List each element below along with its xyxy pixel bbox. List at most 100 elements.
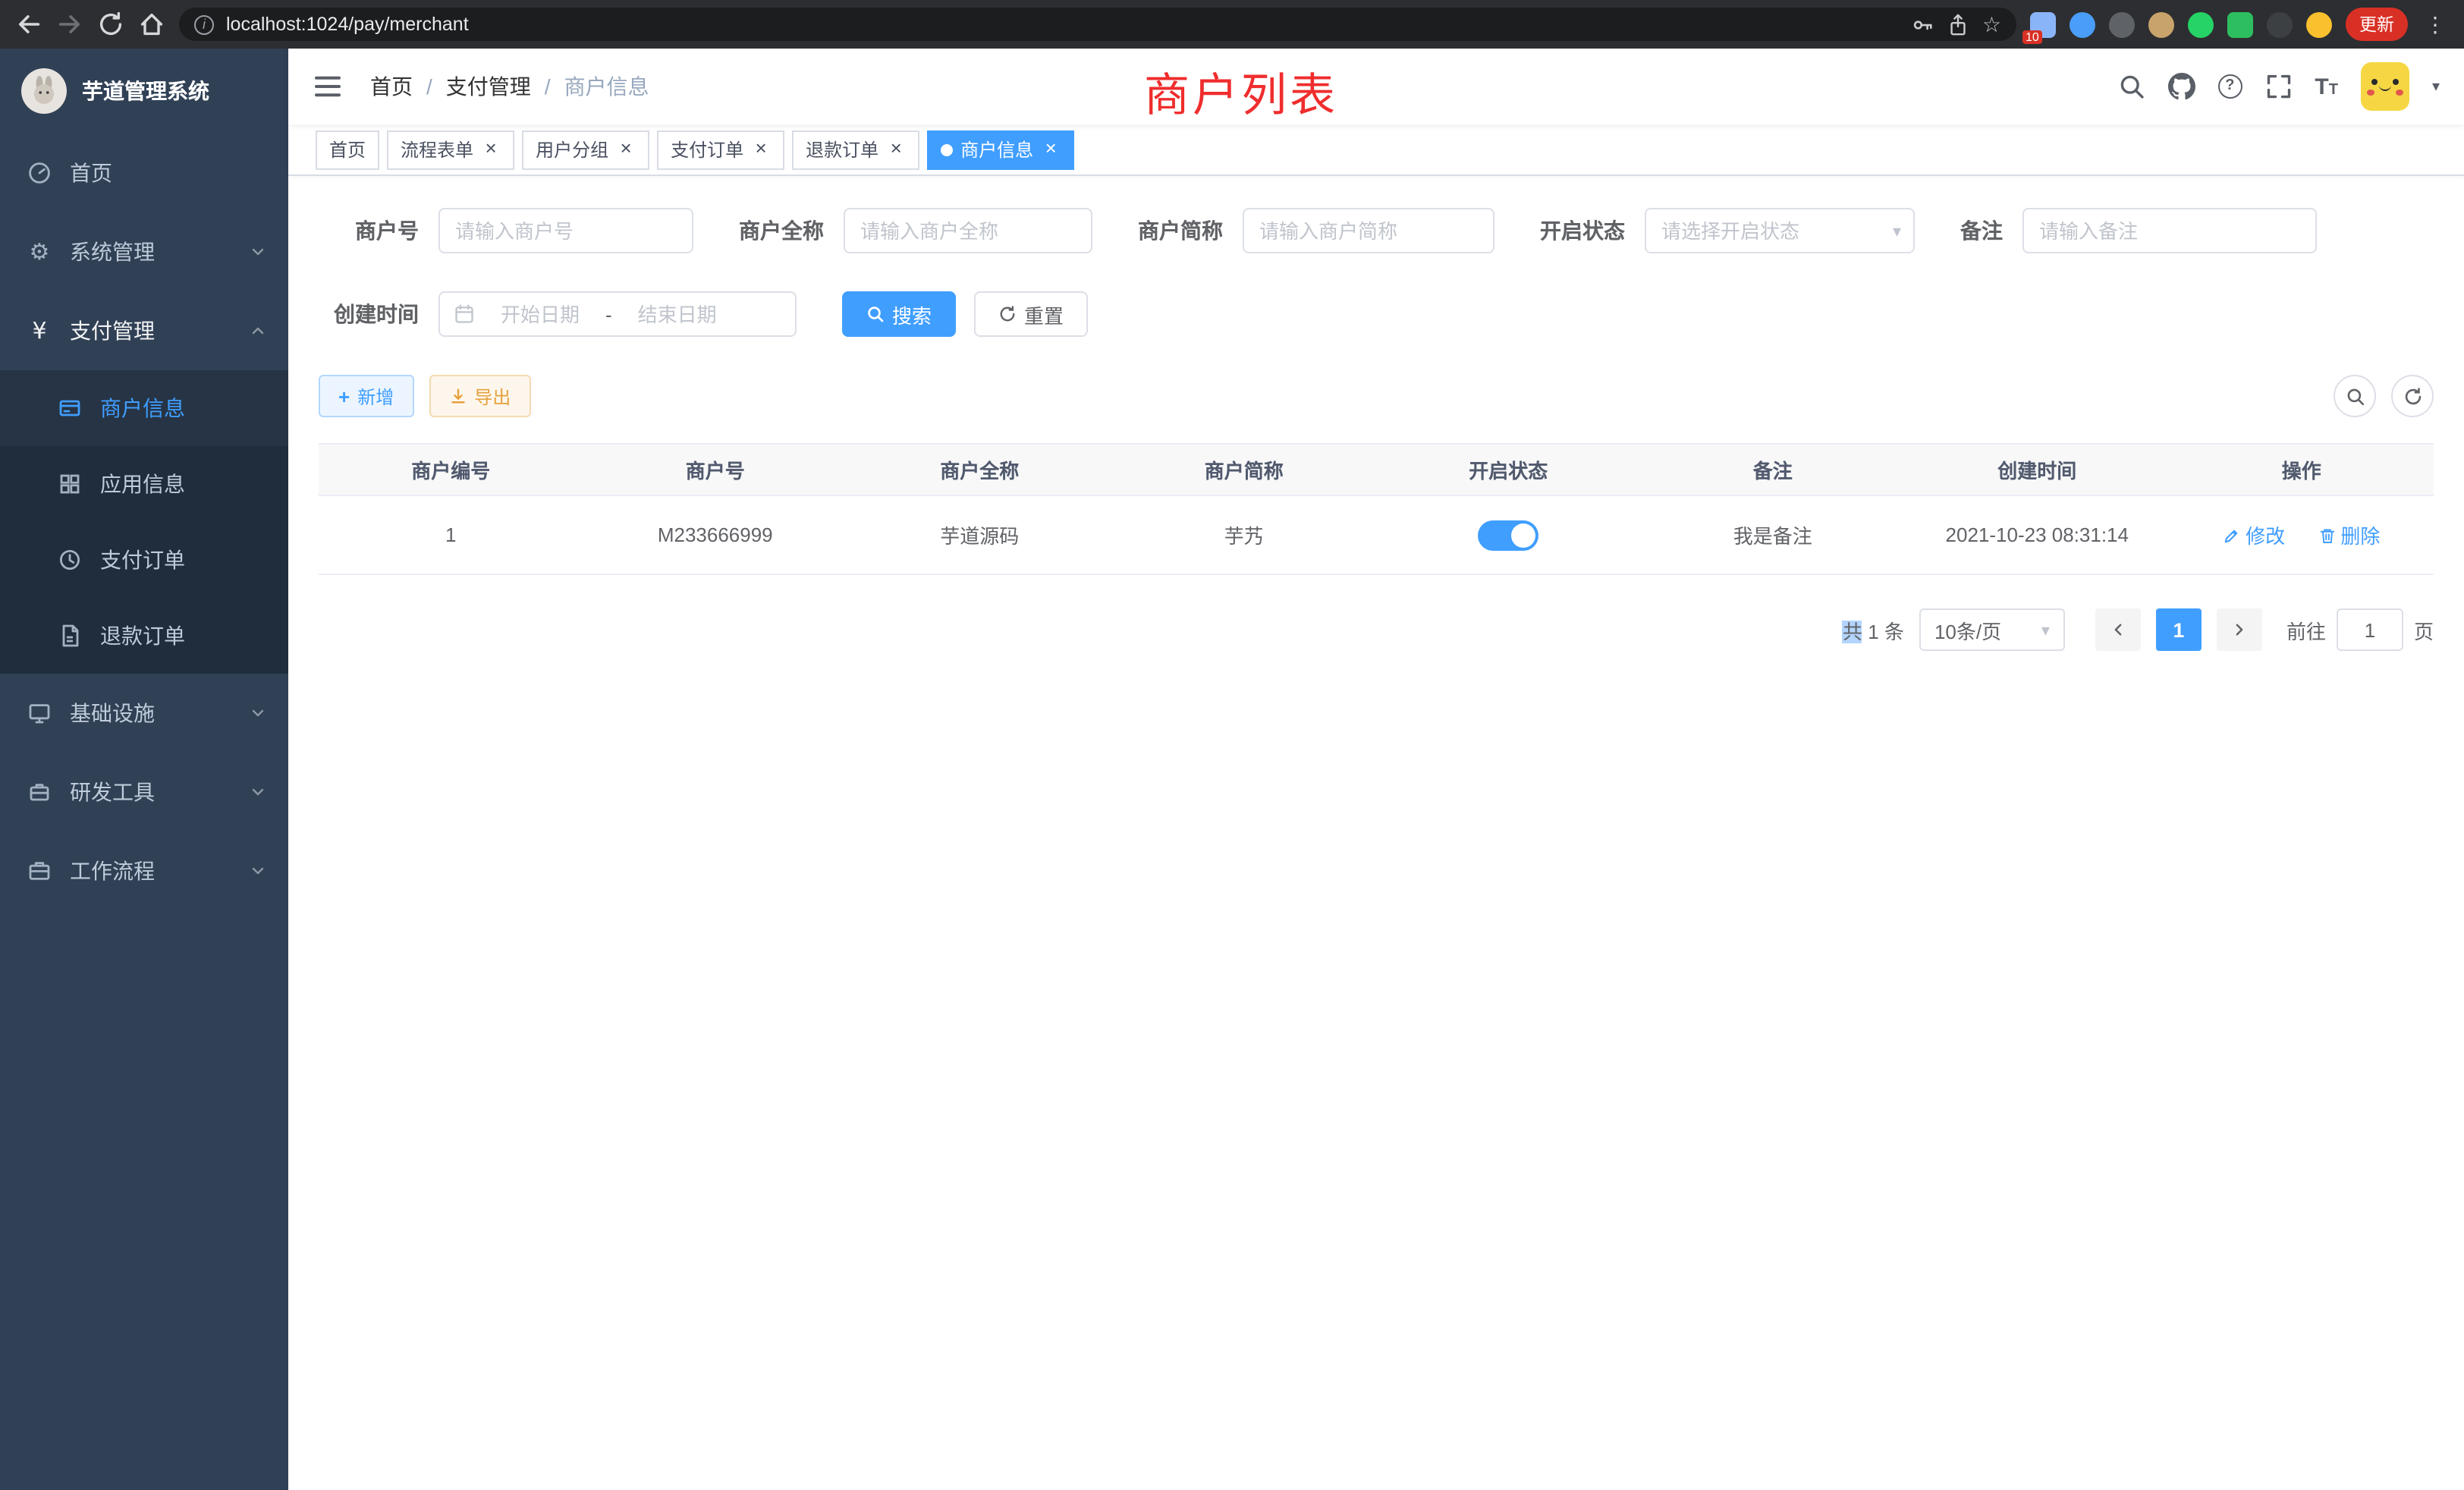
user-menu-caret-icon[interactable]: ▾ <box>2432 78 2440 95</box>
column-header-actions: 操作 <box>2170 444 2434 495</box>
column-header-status: 开启状态 <box>1376 444 1641 495</box>
sidebar-collapse-icon[interactable] <box>313 71 343 102</box>
chevron-down-icon <box>249 862 267 880</box>
toggle-search-button[interactable] <box>2334 375 2376 417</box>
sidebar-item-payment[interactable]: ¥ 支付管理 <box>0 291 288 370</box>
tab-process-form[interactable]: 流程表单 × <box>387 130 514 169</box>
table-tools <box>2334 375 2434 417</box>
field-label: 创建时间 <box>319 299 419 329</box>
prev-page-button[interactable] <box>2095 608 2141 651</box>
forward-icon[interactable] <box>56 11 83 38</box>
merchant-no-input[interactable] <box>438 208 693 253</box>
extension-blue-icon[interactable]: 10 <box>2030 11 2056 37</box>
field-label: 备注 <box>1960 215 2003 246</box>
fullscreen-icon[interactable] <box>2264 73 2292 100</box>
status-select[interactable] <box>1645 208 1915 253</box>
extension-drop-icon[interactable] <box>2070 11 2095 37</box>
page-number-button[interactable]: 1 <box>2156 608 2202 651</box>
reload-icon[interactable] <box>97 11 124 38</box>
short-name-input[interactable] <box>1243 208 1494 253</box>
cell-id: 1 <box>319 495 583 574</box>
sidebar-item-label: 基础设施 <box>70 698 155 728</box>
close-icon[interactable]: × <box>886 140 906 159</box>
extension-avatar-icon[interactable] <box>2148 11 2174 37</box>
goto-page-input[interactable] <box>2337 608 2403 651</box>
date-separator: - <box>605 303 612 325</box>
tab-home[interactable]: 首页 <box>316 130 379 169</box>
font-size-icon[interactable]: TT <box>2315 75 2338 98</box>
extension-emoji-icon[interactable] <box>2306 11 2332 37</box>
back-icon[interactable] <box>15 11 42 38</box>
breadcrumb-home[interactable]: 首页 <box>370 71 413 102</box>
close-icon[interactable]: × <box>616 140 636 159</box>
select-caret-icon: ▾ <box>2041 620 2050 640</box>
sidebar-item-dev-tools[interactable]: 研发工具 <box>0 753 288 831</box>
bookmark-star-icon[interactable]: ☆ <box>1982 14 2001 35</box>
goto-label: 前往 <box>2286 615 2326 644</box>
date-range-picker[interactable]: - <box>438 291 797 337</box>
browser-toolbar: i localhost:1024/pay/merchant ☆ 10 更新 ⋮ <box>0 0 2464 49</box>
home-icon[interactable] <box>138 11 165 38</box>
edit-button[interactable]: 修改 <box>2223 520 2285 549</box>
toolbox-icon <box>27 780 52 804</box>
page-size-select[interactable]: 10条/页 ▾ <box>1919 608 2065 651</box>
start-date-input[interactable] <box>486 303 595 325</box>
field-label: 商户全称 <box>739 215 824 246</box>
cell-actions: 修改 删除 <box>2170 495 2434 574</box>
sidebar-item-infrastructure[interactable]: 基础设施 <box>0 674 288 753</box>
sidebar-item-home[interactable]: 首页 <box>0 134 288 212</box>
add-button[interactable]: + 新增 <box>319 375 413 417</box>
close-icon[interactable]: × <box>1041 140 1061 159</box>
browser-menu-icon[interactable]: ⋮ <box>2422 14 2449 35</box>
chrome-update-button[interactable]: 更新 <box>2346 8 2408 41</box>
next-page-button[interactable] <box>2217 608 2262 651</box>
sidebar-item-label: 支付管理 <box>70 316 155 346</box>
extension-pinwheel-icon[interactable] <box>2267 11 2293 37</box>
pencil-icon <box>2223 526 2241 544</box>
close-icon[interactable]: × <box>481 140 501 159</box>
sidebar-item-system[interactable]: ⚙ 系统管理 <box>0 212 288 291</box>
page-content: 商户号 商户全称 商户简称 开启状态 <box>288 176 2464 1490</box>
full-name-input[interactable] <box>844 208 1092 253</box>
end-date-input[interactable] <box>623 303 732 325</box>
field-label: 商户号 <box>319 215 419 246</box>
sidebar-item-payment-orders[interactable]: 支付订单 <box>0 522 288 598</box>
page-suffix: 页 <box>2414 615 2434 644</box>
sidebar-item-merchant-info[interactable]: 商户信息 <box>0 370 288 446</box>
tab-merchant-info[interactable]: 商户信息 × <box>927 130 1074 169</box>
address-bar[interactable]: i localhost:1024/pay/merchant ☆ <box>179 8 2016 41</box>
extension-dark-icon[interactable] <box>2109 11 2135 37</box>
extension-green-circle-icon[interactable] <box>2188 11 2214 37</box>
app-logo[interactable]: 芋道管理系统 <box>0 49 288 134</box>
share-icon[interactable] <box>1947 13 1970 36</box>
tab-refund-orders[interactable]: 退款订单 × <box>792 130 919 169</box>
help-icon[interactable]: ? <box>2217 74 2242 99</box>
order-clock-icon <box>58 548 82 572</box>
github-icon[interactable] <box>2167 73 2195 100</box>
site-info-icon[interactable]: i <box>194 14 214 34</box>
tab-payment-orders[interactable]: 支付订单 × <box>657 130 784 169</box>
reset-button[interactable]: 重置 <box>974 291 1088 337</box>
delete-button[interactable]: 删除 <box>2318 520 2380 549</box>
search-icon[interactable] <box>2117 73 2145 100</box>
remark-input[interactable] <box>2022 208 2317 253</box>
sidebar-item-label: 退款订单 <box>100 621 185 651</box>
sidebar-item-app-info[interactable]: 应用信息 <box>0 446 288 522</box>
sidebar-item-label: 支付订单 <box>100 545 185 575</box>
extension-green-square-icon[interactable] <box>2227 11 2253 37</box>
sidebar-item-workflow[interactable]: 工作流程 <box>0 831 288 910</box>
column-header-remark: 备注 <box>1641 444 1906 495</box>
refresh-table-button[interactable] <box>2391 375 2434 417</box>
status-toggle[interactable] <box>1478 520 1538 550</box>
close-icon[interactable]: × <box>751 140 771 159</box>
url-text[interactable]: localhost:1024/pay/merchant <box>226 14 1900 35</box>
sidebar-item-refund-orders[interactable]: 退款订单 <box>0 598 288 674</box>
password-key-icon[interactable] <box>1912 13 1935 36</box>
tab-user-group[interactable]: 用户分组 × <box>522 130 649 169</box>
column-header-create-time: 创建时间 <box>1905 444 2170 495</box>
breadcrumb-payment[interactable]: 支付管理 <box>446 71 531 102</box>
search-button[interactable]: 搜索 <box>842 291 956 337</box>
tags-view-bar: 首页 流程表单 × 用户分组 × 支付订单 × 退款订单 × <box>288 124 2464 176</box>
user-avatar[interactable] <box>2361 62 2409 111</box>
export-button[interactable]: 导出 <box>429 375 530 417</box>
